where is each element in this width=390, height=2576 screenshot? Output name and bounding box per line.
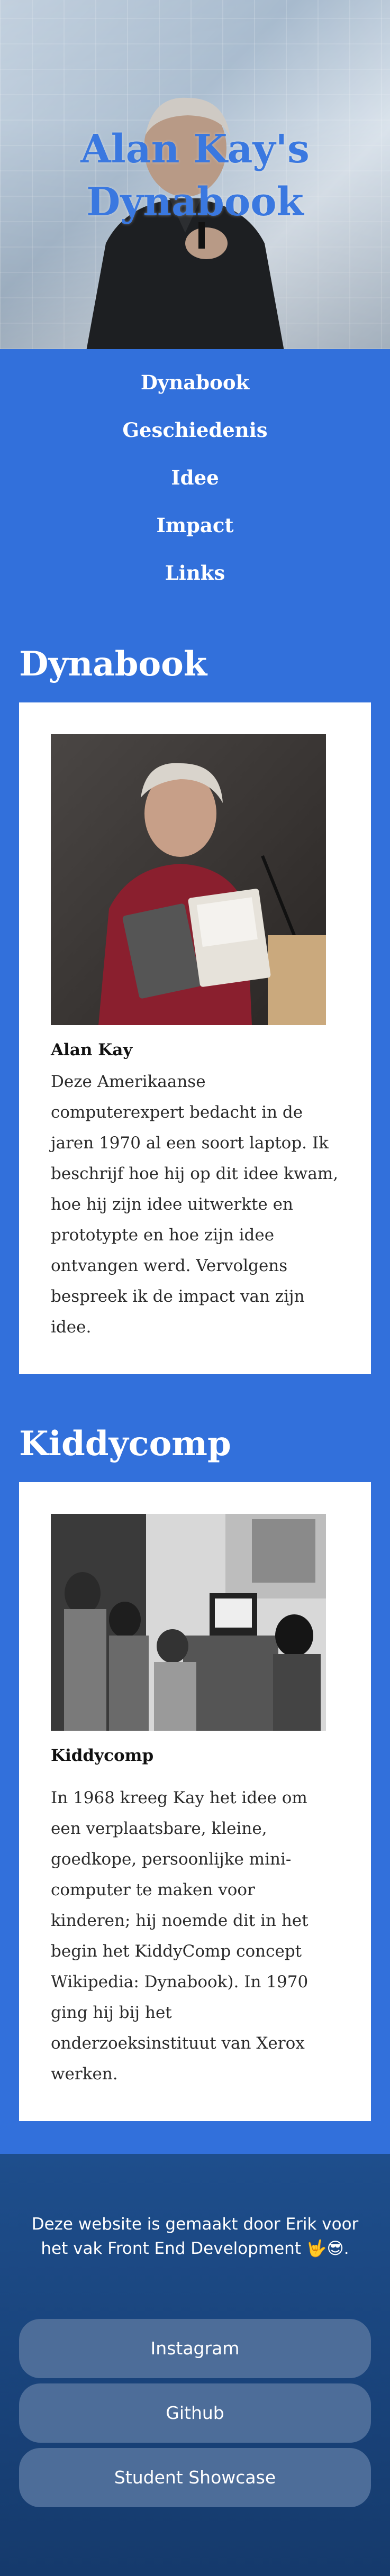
alan-kay-photo	[51, 734, 326, 1025]
section-dynabook: Dynabook Alan Kay Deze Amerikaanse compu…	[0, 606, 390, 1407]
student-showcase-button[interactable]: Student Showcase	[19, 2448, 371, 2507]
nav-link-idee[interactable]: Idee	[0, 454, 390, 501]
kiddycomp-photo	[51, 1514, 326, 1731]
content-card: Kiddycomp In 1968 kreeg Kay het idee om …	[19, 1482, 371, 2121]
section-text: In 1968 kreeg Kay het idee om een verpla…	[51, 1788, 309, 2084]
footer-credit: Deze website is gemaakt door Erik voor h…	[31, 2215, 359, 2258]
photo-caption: Alan Kay	[51, 1040, 133, 1059]
hero-banner: Alan Kay's Dynabook	[0, 0, 390, 349]
page-title: Alan Kay's Dynabook	[80, 126, 310, 225]
section-heading: Dynabook	[19, 644, 207, 684]
nav-link-links[interactable]: Links	[0, 549, 390, 597]
page-footer: Deze website is gemaakt door Erik voor h…	[0, 2154, 390, 2576]
section-kiddycomp: Kiddycomp Kiddycomp In 1968 kreeg Kay he…	[0, 1407, 390, 2154]
github-button[interactable]: Github	[19, 2383, 371, 2443]
main-navigation: Dynabook Geschiedenis Idee Impact Links	[0, 349, 390, 606]
section-text: Deze Amerikaanse computerexpert bedacht …	[51, 1072, 339, 1337]
photo-caption: Kiddycomp	[51, 1746, 154, 1765]
instagram-button[interactable]: Instagram	[19, 2319, 371, 2378]
nav-link-dynabook[interactable]: Dynabook	[0, 359, 390, 406]
nav-link-geschiedenis[interactable]: Geschiedenis	[0, 406, 390, 454]
nav-link-impact[interactable]: Impact	[0, 501, 390, 549]
section-heading: Kiddycomp	[19, 1424, 231, 1464]
content-card: Alan Kay Deze Amerikaanse computerexpert…	[19, 702, 371, 1374]
